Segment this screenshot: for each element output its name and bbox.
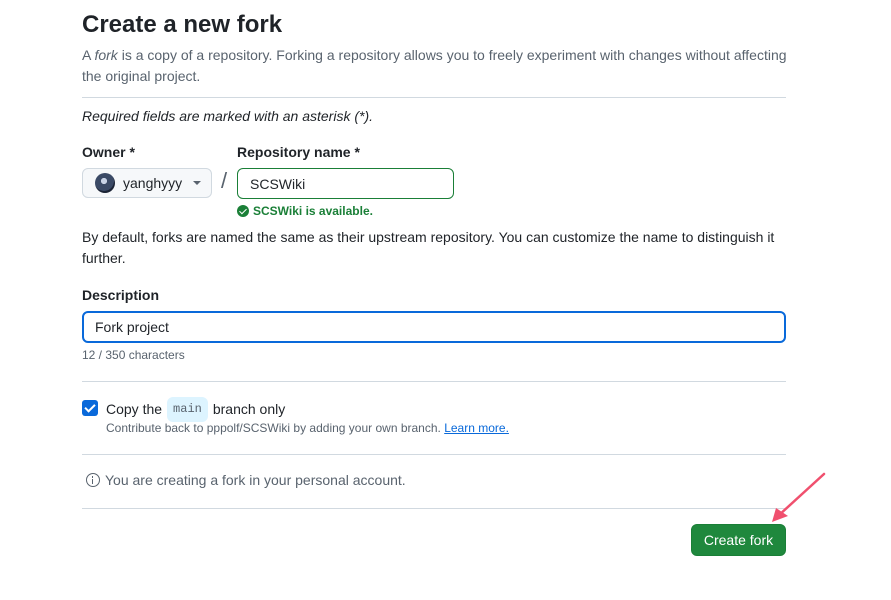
owner-select[interactable]: yanghyyy (82, 168, 212, 198)
availability-text: SCSWiki is available. (253, 204, 373, 218)
divider (82, 381, 786, 382)
repo-name-input[interactable] (237, 168, 454, 199)
naming-note: By default, forks are named the same as … (82, 229, 775, 266)
learn-more-link[interactable]: Learn more. (444, 421, 509, 435)
fork-location-info: You are creating a fork in your personal… (86, 470, 406, 490)
availability-status: SCSWiki is available. (237, 203, 373, 219)
repo-name-label: Repository name * (237, 144, 360, 160)
owner-label: Owner * (82, 144, 135, 160)
owner-repo-separator: / (221, 168, 228, 193)
required-note: Required fields are marked with an aster… (82, 108, 374, 124)
create-fork-button[interactable]: Create fork (691, 524, 786, 556)
page-title: Create a new fork (82, 11, 283, 38)
description-input[interactable] (82, 311, 786, 343)
chevron-down-icon (193, 181, 201, 185)
avatar (95, 173, 115, 193)
description-label: Description (82, 287, 160, 303)
fork-emphasis: fork (94, 47, 118, 63)
intro-text: A fork is a copy of a repository. Forkin… (82, 47, 787, 84)
character-counter: 12 / 350 characters (82, 348, 185, 362)
divider (82, 508, 786, 509)
copy-main-branch-checkbox[interactable] (82, 400, 98, 416)
info-icon (86, 473, 100, 487)
branch-name-code: main (167, 397, 208, 422)
check-circle-icon (237, 205, 249, 217)
contribute-hint: Contribute back to pppolf/SCSWiki by add… (106, 421, 509, 435)
divider (82, 97, 786, 98)
owner-name: yanghyyy (123, 175, 183, 191)
annotation-arrow (772, 472, 826, 522)
divider (82, 454, 786, 455)
copy-branch-label[interactable]: Copy the main branch only (106, 397, 285, 422)
